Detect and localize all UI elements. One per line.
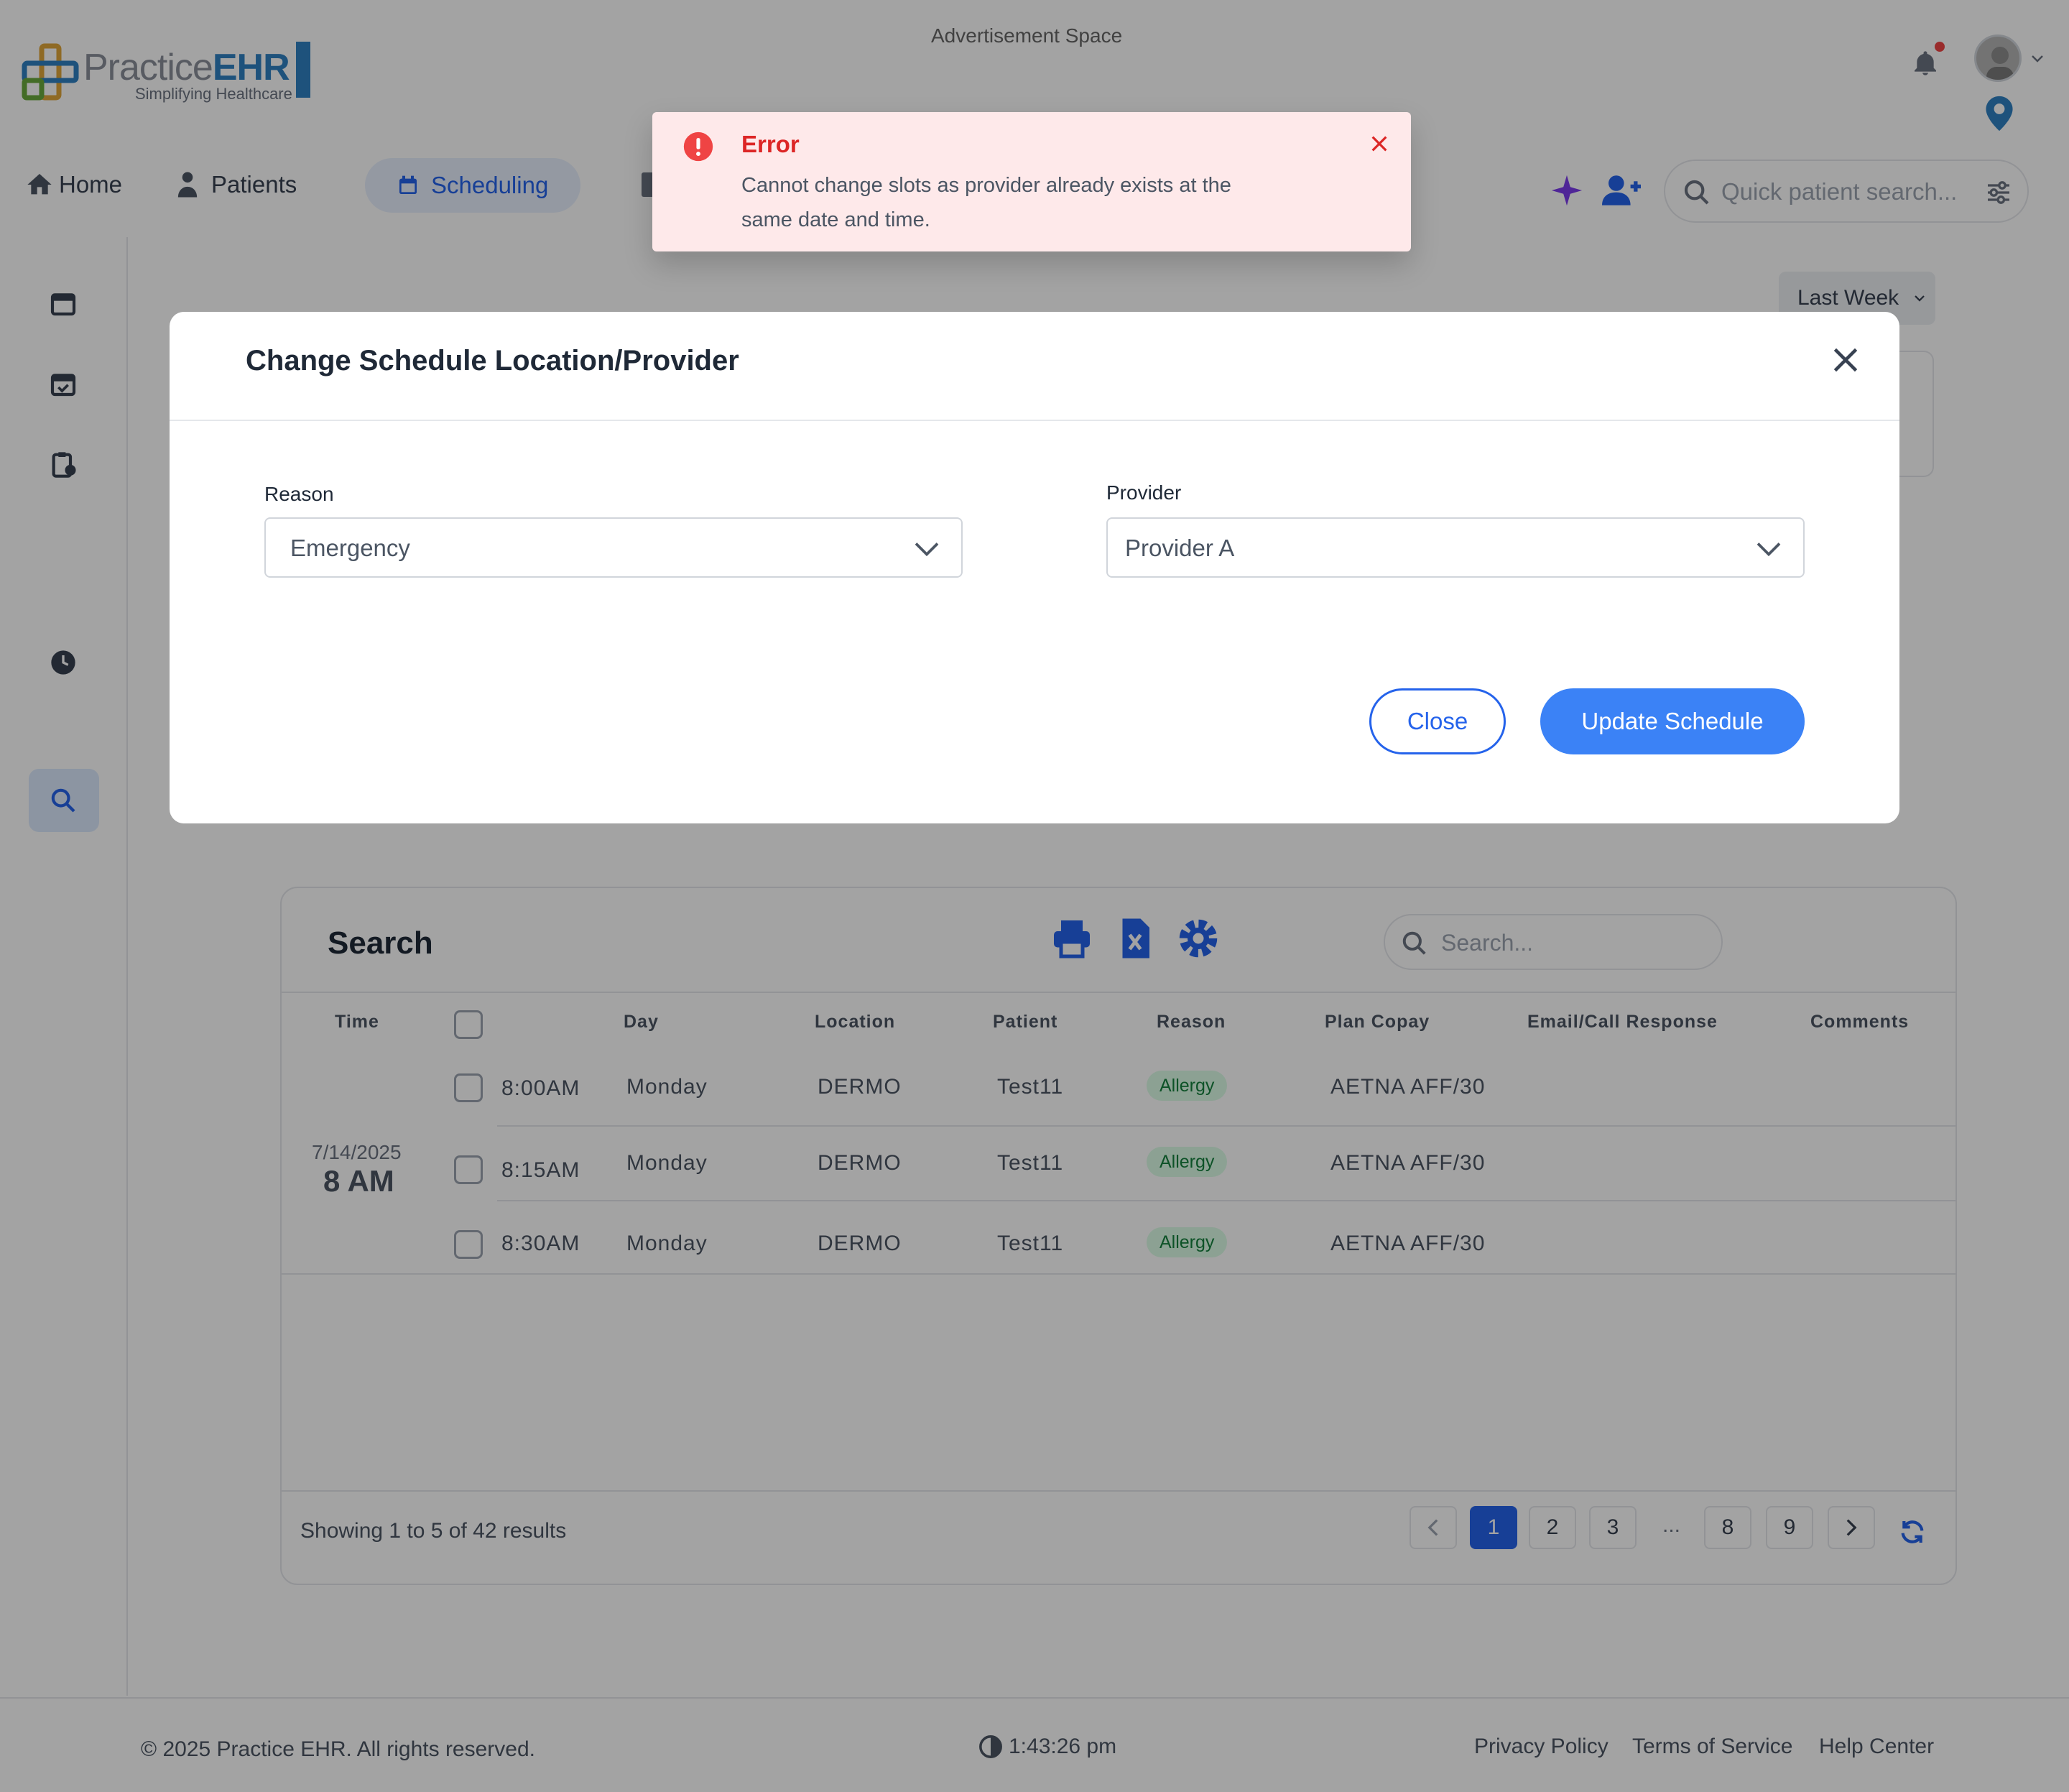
close-icon[interactable] — [1368, 132, 1391, 155]
error-toast: Error Cannot change slots as provider al… — [652, 112, 1411, 251]
reason-label: Reason — [264, 483, 334, 505]
reason-select-value: Emergency — [290, 535, 410, 561]
provider-select[interactable]: Provider A — [1106, 517, 1805, 578]
close-button[interactable]: Close — [1369, 688, 1506, 754]
chevron-down-icon — [915, 542, 939, 557]
change-schedule-dialog: Change Schedule Location/Provider Reason… — [170, 312, 1899, 823]
error-message: Cannot change slots as provider already … — [741, 174, 1231, 231]
modal-backdrop[interactable] — [0, 0, 2069, 1792]
close-icon[interactable] — [1828, 342, 1864, 378]
error-alert-icon — [683, 131, 713, 162]
error-title: Error — [741, 131, 800, 157]
dialog-title: Change Schedule Location/Provider — [246, 345, 739, 377]
dialog-header-divider — [170, 420, 1899, 421]
provider-select-value: Provider A — [1125, 535, 1235, 561]
update-schedule-button[interactable]: Update Schedule — [1540, 688, 1805, 754]
provider-label: Provider — [1106, 481, 1182, 504]
chevron-down-icon — [1756, 542, 1781, 557]
reason-select[interactable]: Emergency — [264, 517, 963, 578]
